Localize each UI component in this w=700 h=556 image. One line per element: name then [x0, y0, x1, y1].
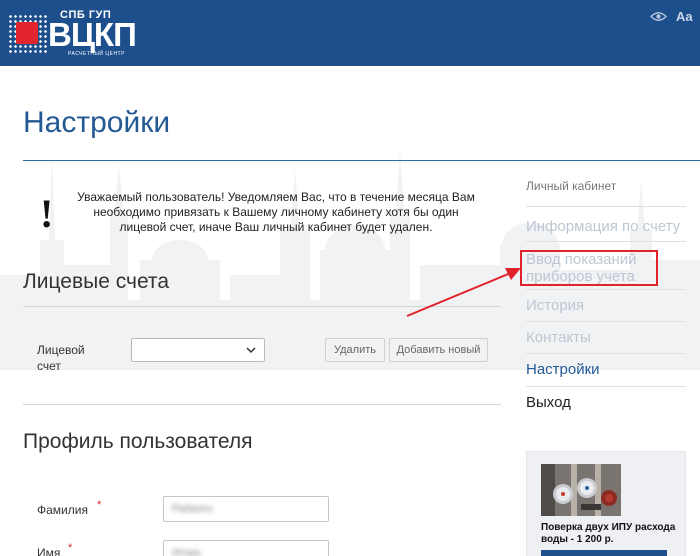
logo[interactable]: СПБ ГУП ВЦКП РАСЧЕТНЫЙ ЦЕНТР: [8, 8, 158, 58]
title-divider: [23, 160, 700, 161]
chevron-down-icon: [246, 347, 256, 354]
notice-text: Уважаемый пользователь! Уведомляем Вас, …: [77, 190, 475, 234]
sidebar-divider: [526, 289, 686, 290]
logo-red-mark: [16, 22, 38, 44]
exclamation-icon: !: [40, 191, 54, 236]
sidebar-divider: [526, 353, 686, 354]
firstname-field[interactable]: Игорь: [163, 540, 329, 556]
arrow-annotation: [406, 268, 521, 317]
accounts-section-title: Лицевые счета: [23, 270, 169, 293]
promo-text: Поверка двух ИПУ расхода воды - 1 200 р.: [541, 522, 676, 545]
water-meter-image: [541, 464, 621, 516]
required-mark: *: [97, 499, 102, 511]
eye-icon[interactable]: [650, 11, 667, 22]
sidebar-divider: [526, 241, 686, 242]
sidebar-divider: [526, 206, 686, 207]
lastname-label: Фамилия: [37, 503, 88, 517]
logo-main-text: ВЦКП: [48, 16, 137, 53]
sidebar-item-logout[interactable]: Выход: [526, 394, 571, 411]
lastname-value: Рабкого: [172, 503, 213, 515]
logo-sub-text: РАСЧЕТНЫЙ ЦЕНТР: [68, 51, 125, 57]
sidebar-item-contacts[interactable]: Контакты: [526, 329, 591, 346]
page-title: Настройки: [23, 106, 171, 139]
account-label: Лицевой счет: [37, 343, 85, 373]
firstname-label: Имя: [37, 546, 61, 556]
sidebar-header: Личный кабинет: [526, 179, 617, 193]
accounts-bottom-divider: [23, 404, 501, 405]
delete-account-button[interactable]: Удалить: [325, 338, 385, 362]
sidebar-divider: [526, 386, 686, 387]
sidebar-item-history[interactable]: История: [526, 297, 584, 314]
font-size-toggle[interactable]: Aa: [676, 9, 693, 24]
sidebar-item-settings[interactable]: Настройки: [526, 361, 600, 378]
lastname-field[interactable]: Рабкого: [163, 496, 329, 522]
profile-section-title: Профиль пользователя: [23, 430, 253, 453]
required-mark: *: [68, 542, 73, 554]
highlight-annotation: [520, 250, 658, 286]
promo-banner[interactable]: Поверка двух ИПУ расхода воды - 1 200 р.: [526, 451, 686, 556]
firstname-value: Игорь: [172, 547, 202, 556]
sidebar-item-account-info[interactable]: Информация по счету: [526, 218, 680, 235]
sidebar-divider: [526, 321, 686, 322]
promo-button[interactable]: [541, 550, 667, 556]
water-meter-picture: [541, 464, 621, 516]
top-header: СПБ ГУП ВЦКП РАСЧЕТНЫЙ ЦЕНТР Aa: [0, 0, 700, 66]
account-select[interactable]: [131, 338, 265, 362]
add-account-button[interactable]: Добавить новый: [389, 338, 488, 362]
